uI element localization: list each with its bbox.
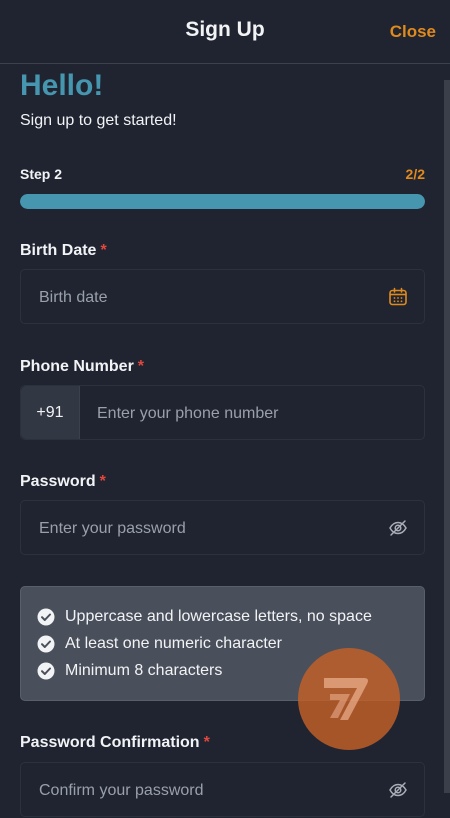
password-field[interactable] — [20, 500, 425, 556]
subtitle-text: Sign up to get started! — [20, 112, 177, 129]
phone-number-label: Phone Number * — [20, 358, 144, 376]
eye-off-icon[interactable] — [388, 780, 408, 800]
greeting-heading: Hello! — [20, 69, 104, 102]
password-rule-text: At least one numeric character — [65, 635, 282, 652]
floating-action-button[interactable] — [298, 648, 400, 750]
step-label: Step 2 — [20, 166, 63, 182]
password-label-text: Password — [20, 473, 96, 490]
phone-number-label-text: Phone Number — [20, 358, 134, 375]
logo-mark-icon — [324, 678, 368, 720]
birth-date-input[interactable] — [37, 270, 381, 325]
eye-off-icon[interactable] — [388, 518, 408, 538]
check-circle-icon — [37, 635, 55, 653]
required-marker: * — [203, 734, 210, 751]
required-marker: * — [99, 473, 106, 490]
progress-bar — [20, 194, 425, 209]
password-rule-text: Uppercase and lowercase letters, no spac… — [65, 608, 372, 625]
password-confirmation-label-text: Password Confirmation — [20, 734, 200, 751]
birth-date-field[interactable] — [20, 269, 425, 325]
password-confirmation-input[interactable] — [37, 763, 381, 818]
required-marker: * — [137, 358, 145, 375]
check-circle-icon — [37, 608, 55, 626]
birth-date-label: Birth Date * — [20, 242, 107, 260]
progress-bar-fill — [20, 194, 425, 209]
password-confirmation-field[interactable] — [20, 762, 425, 818]
page-title: Sign Up — [185, 18, 265, 41]
phone-number-input[interactable] — [95, 386, 409, 441]
birth-date-label-text: Birth Date — [20, 242, 97, 259]
step-count: 2/2 — [405, 166, 425, 182]
password-input[interactable] — [37, 501, 381, 556]
check-circle-icon — [37, 662, 55, 680]
phone-number-field[interactable]: +91 — [20, 385, 425, 441]
password-label: Password * — [20, 473, 106, 491]
password-rule-text: Minimum 8 characters — [65, 662, 223, 679]
header-bar: Sign Up Close — [0, 0, 450, 64]
scrollbar[interactable] — [444, 80, 450, 793]
close-button[interactable]: Close — [390, 22, 436, 42]
password-confirmation-label: Password Confirmation * — [20, 734, 210, 752]
required-marker: * — [100, 242, 107, 259]
calendar-icon[interactable] — [388, 287, 408, 307]
country-code-prefix[interactable]: +91 — [21, 386, 80, 439]
